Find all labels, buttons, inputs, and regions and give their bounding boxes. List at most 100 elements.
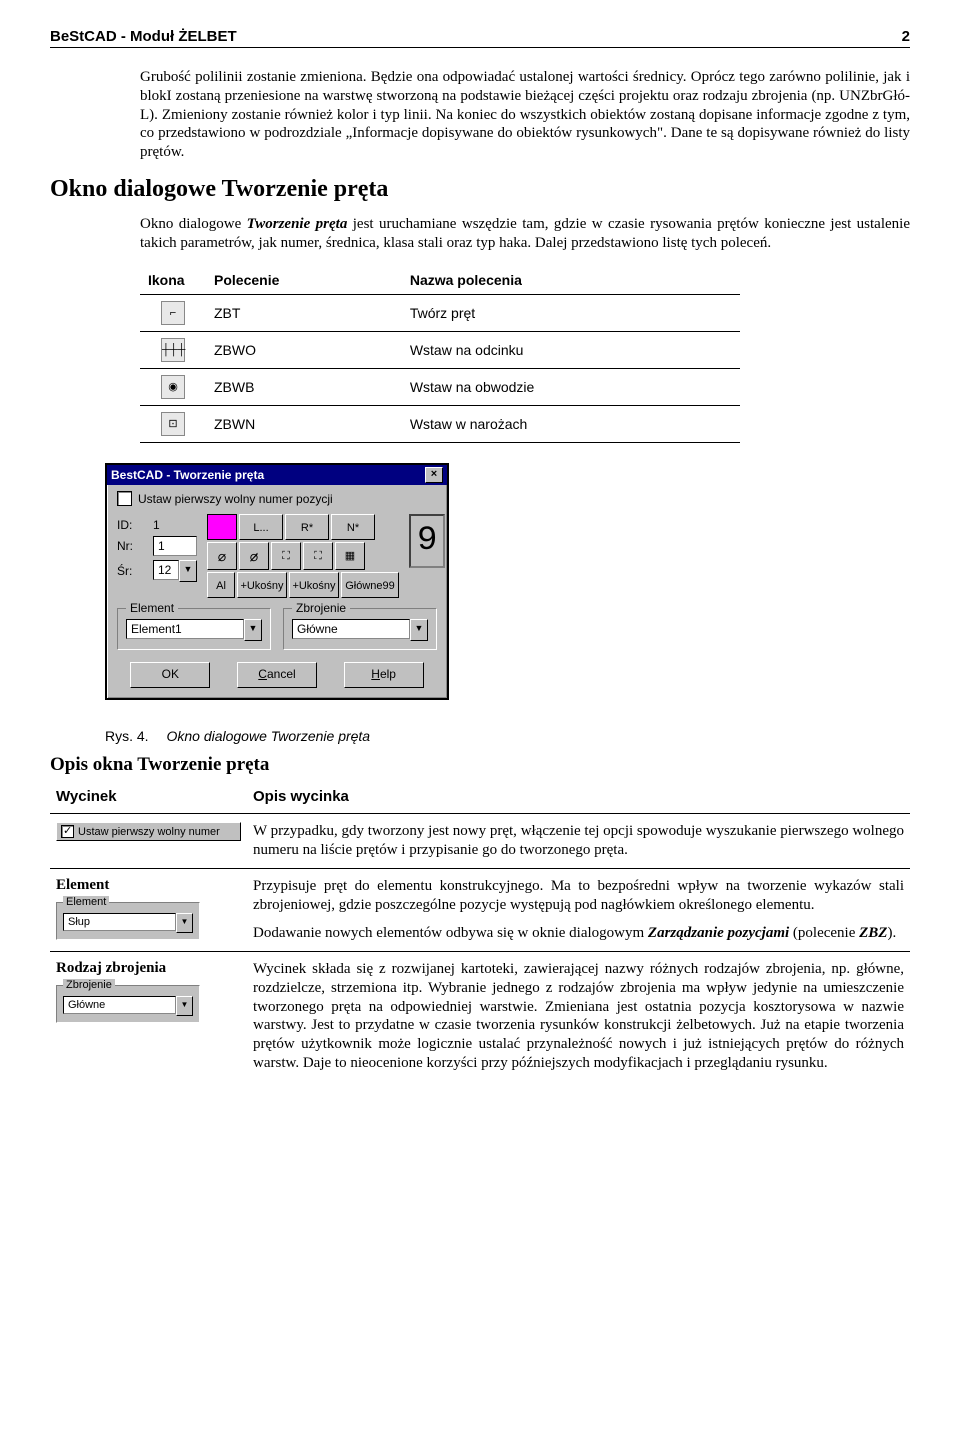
figure-text: Okno dialogowe Tworzenie pręta — [166, 728, 370, 744]
chevron-down-icon[interactable]: ▼ — [176, 913, 193, 933]
checkbox-first-free-number[interactable] — [117, 491, 132, 506]
table-row: ✓ Ustaw pierwszy wolny numer W przypadku… — [50, 814, 910, 869]
subsection-title: Opis okna Tworzenie pręta — [50, 754, 910, 776]
row2-p1: Przypisuje pręt do elementu konstrukcyjn… — [253, 877, 904, 915]
cmd-name: Twórz pręt — [402, 295, 740, 332]
mini-checkbox-label: Ustaw pierwszy wolny numer — [78, 826, 220, 838]
zarzadzanie-pozycjami: Zarządzanie pozycjami — [648, 925, 789, 941]
mini-zbrojenie-value: Główne — [63, 996, 176, 1014]
page-header: BeStCAD - Moduł ŻELBET 2 — [50, 28, 910, 48]
cmd-name: Wstaw w narożach — [402, 406, 740, 443]
ukosny1-button[interactable]: +Ukośny — [237, 572, 287, 598]
chevron-down-icon[interactable]: ▼ — [179, 560, 197, 582]
help-button[interactable]: Help — [344, 662, 424, 688]
close-icon[interactable]: × — [425, 467, 443, 483]
mini-element-value: Słup — [63, 913, 176, 931]
text: Okno dialogowe — [140, 216, 247, 232]
nr-label: Nr: — [117, 539, 145, 553]
dialog-tworzenie-preta: BestCAD - Tworzenie pręta × Ustaw pierws… — [105, 463, 449, 700]
element-combo[interactable]: Element1 ▼ — [126, 619, 262, 641]
col-polecenie: Polecenie — [206, 266, 402, 295]
row3-title: Rodzaj zbrojenia — [56, 960, 241, 977]
chevron-down-icon[interactable]: ▼ — [244, 619, 262, 641]
table-row: Rodzaj zbrojenia Zbrojenie Główne ▼ Wyci… — [50, 952, 910, 1081]
color-swatch[interactable] — [207, 514, 237, 540]
id-label: ID: — [117, 518, 145, 532]
id-value: 1 — [153, 518, 160, 532]
table-row: ◉ ZBWB Wstaw na obwodzie — [140, 369, 740, 406]
big-number-display: 9 — [409, 514, 445, 568]
row1-desc: W przypadku, gdy tworzony jest nowy pręt… — [247, 814, 910, 869]
cmd-name: Wstaw na odcinku — [402, 332, 740, 369]
sr-label: Śr: — [117, 564, 145, 578]
cmd-code: ZBWB — [206, 369, 402, 406]
N-button[interactable]: N* — [331, 514, 375, 540]
text: Dodawanie nowych elementów odbywa się w … — [253, 925, 648, 941]
mini-element-combo[interactable]: Słup ▼ — [63, 913, 193, 933]
diameter-icon[interactable]: ⌀ — [207, 542, 237, 570]
figure-label: Rys. 4. — [105, 728, 149, 744]
chevron-down-icon[interactable]: ▼ — [410, 619, 428, 641]
cmd-code: ZBT — [206, 295, 402, 332]
row3-desc: Wycinek składa się z rozwijanej kartotek… — [247, 952, 910, 1081]
checkbox-label: Ustaw pierwszy wolny numer pozycji — [138, 492, 333, 506]
al-button[interactable]: Al — [207, 572, 235, 598]
nr-input[interactable]: 1 — [153, 536, 197, 556]
sr-value: 12 — [153, 560, 179, 580]
intro-paragraph: Grubość polilinii zostanie zmieniona. Bę… — [140, 68, 910, 162]
cancel-button[interactable]: Cancel — [237, 662, 317, 688]
mini-element-fieldset: Element Słup ▼ — [56, 902, 200, 940]
table-row: ┼┼┼ ZBWO Wstaw na odcinku — [140, 332, 740, 369]
zbrojenie-legend: Zbrojenie — [292, 601, 350, 615]
cmd-name: Wstaw na obwodzie — [402, 369, 740, 406]
L-button[interactable]: L... — [239, 514, 283, 540]
pattern-b-icon[interactable]: ⛶ — [303, 542, 333, 570]
zbwb-icon: ◉ — [161, 375, 185, 399]
text: (polecenie — [789, 925, 859, 941]
fieldset-zbrojenie: Zbrojenie Główne ▼ — [283, 608, 437, 650]
mini-zbrojenie-fieldset: Zbrojenie Główne ▼ — [56, 985, 200, 1023]
row2-title: Element — [56, 877, 241, 894]
header-title: BeStCAD - Moduł ŻELBET — [50, 28, 237, 45]
diameter-slash-icon[interactable]: ⌀̷ — [239, 542, 269, 570]
pattern-c-icon[interactable]: ▦ — [335, 542, 365, 570]
fieldset-element: Element Element1 ▼ — [117, 608, 271, 650]
table-row: ⌐ ZBT Twórz pręt — [140, 295, 740, 332]
mini-checkbox-widget: ✓ Ustaw pierwszy wolny numer — [56, 822, 241, 841]
zbwn-icon: ⊡ — [161, 412, 185, 436]
section-intro-paragraph: Okno dialogowe Tworzenie pręta jest uruc… — [140, 215, 910, 253]
row2-p2: Dodawanie nowych elementów odbywa się w … — [253, 924, 904, 943]
ok-button[interactable]: OK — [130, 662, 210, 688]
zbrojenie-combo[interactable]: Główne ▼ — [292, 619, 428, 641]
element-value: Element1 — [126, 619, 244, 639]
col-ikona: Ikona — [140, 266, 206, 295]
zbrojenie-value: Główne — [292, 619, 410, 639]
cmd-code: ZBWO — [206, 332, 402, 369]
R-button[interactable]: R* — [285, 514, 329, 540]
col-opis: Opis wycinka — [247, 780, 910, 814]
mini-zbrojenie-legend: Zbrojenie — [63, 979, 115, 991]
chevron-down-icon[interactable]: ▼ — [176, 996, 193, 1016]
commands-table: Ikona Polecenie Nazwa polecenia ⌐ ZBT Tw… — [140, 266, 740, 443]
mini-zbrojenie-combo[interactable]: Główne ▼ — [63, 996, 193, 1016]
description-table: Wycinek Opis wycinka ✓ Ustaw pierwszy wo… — [50, 780, 910, 1080]
dialog-titlebar: BestCAD - Tworzenie pręta × — [107, 465, 447, 485]
dialog-title: BestCAD - Tworzenie pręta — [111, 468, 264, 482]
pattern-a-icon[interactable]: ⛶ — [271, 542, 301, 570]
sr-combo[interactable]: 12▼ — [153, 560, 197, 582]
glowne99-button[interactable]: Główne99 — [341, 572, 399, 598]
col-wycinek: Wycinek — [50, 780, 247, 814]
mini-element-legend: Element — [63, 896, 109, 908]
col-nazwa: Nazwa polecenia — [402, 266, 740, 295]
zbz-command: ZBZ — [859, 925, 887, 941]
cmd-code: ZBWN — [206, 406, 402, 443]
element-legend: Element — [126, 601, 178, 615]
checkbox-icon[interactable]: ✓ — [61, 825, 74, 838]
zbt-icon: ⌐ — [161, 301, 185, 325]
zbwo-icon: ┼┼┼ — [161, 338, 185, 362]
figure-caption: Rys. 4. Okno dialogowe Tworzenie pręta — [105, 728, 910, 744]
section-title: Okno dialogowe Tworzenie pręta — [50, 176, 910, 203]
header-page-number: 2 — [902, 28, 910, 45]
ukosny2-button[interactable]: +Ukośny — [289, 572, 339, 598]
text: ). — [887, 925, 896, 941]
